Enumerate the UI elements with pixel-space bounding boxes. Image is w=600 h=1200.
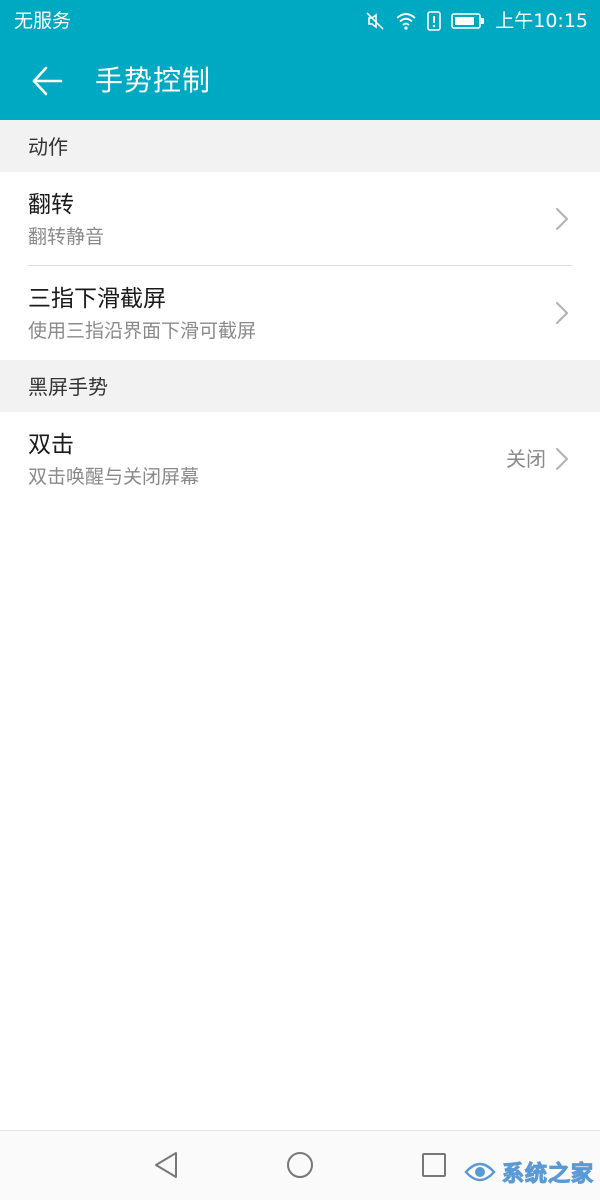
battery-icon	[451, 12, 485, 30]
nav-back-button[interactable]	[146, 1145, 186, 1185]
settings-list: 动作 翻转 翻转静音 三指下滑截屏 使用三指沿界面下滑可截屏 黑屏手势 双击 双…	[0, 120, 600, 506]
home-circle-icon	[287, 1152, 313, 1178]
back-button[interactable]	[22, 56, 72, 106]
list-item-three-finger-screenshot[interactable]: 三指下滑截屏 使用三指沿界面下滑可截屏	[0, 266, 600, 360]
item-title: 三指下滑截屏	[28, 286, 166, 312]
chevron-right-icon	[555, 301, 569, 325]
list-item-double-tap[interactable]: 双击 双击唤醒与关闭屏幕 关闭	[0, 412, 600, 506]
app-bar: 手势控制	[0, 42, 600, 120]
section-header-label: 动作	[28, 135, 68, 159]
section-header-screen-off-gestures: 黑屏手势	[0, 360, 600, 412]
item-subtitle: 使用三指沿界面下滑可截屏	[28, 320, 257, 342]
item-title: 翻转	[28, 192, 74, 218]
watermark: 系统之家	[462, 1152, 594, 1192]
nav-home-button[interactable]	[280, 1145, 320, 1185]
watermark-logo-icon	[464, 1162, 496, 1182]
screen: 无服务 上午10:15 手势控制 动作 翻转 翻转静音 三指下滑截屏 使用三指沿…	[0, 0, 600, 1200]
recents-square-icon	[422, 1153, 446, 1177]
chevron-right-icon	[555, 447, 569, 471]
item-subtitle: 翻转静音	[28, 226, 105, 248]
status-time: 上午10:15	[495, 10, 588, 32]
nav-recents-button[interactable]	[414, 1145, 454, 1185]
wifi-icon	[395, 11, 417, 31]
carrier-label: 无服务	[14, 10, 72, 32]
sim-alert-icon	[427, 11, 442, 31]
status-icons: 上午10:15	[365, 8, 588, 34]
page-title: 手势控制	[95, 64, 212, 97]
item-subtitle: 双击唤醒与关闭屏幕	[28, 466, 200, 488]
item-value: 关闭	[506, 447, 546, 471]
back-triangle-icon	[155, 1152, 177, 1178]
item-title: 双击	[28, 432, 74, 458]
mute-icon	[365, 11, 385, 31]
status-bar: 无服务 上午10:15	[0, 0, 600, 42]
section-header-label: 黑屏手势	[28, 375, 108, 399]
watermark-text: 系统之家	[501, 1162, 594, 1188]
section-header-actions: 动作	[0, 120, 600, 172]
chevron-right-icon	[555, 207, 569, 231]
arrow-left-icon	[32, 66, 63, 96]
list-item-flip[interactable]: 翻转 翻转静音	[0, 172, 600, 266]
